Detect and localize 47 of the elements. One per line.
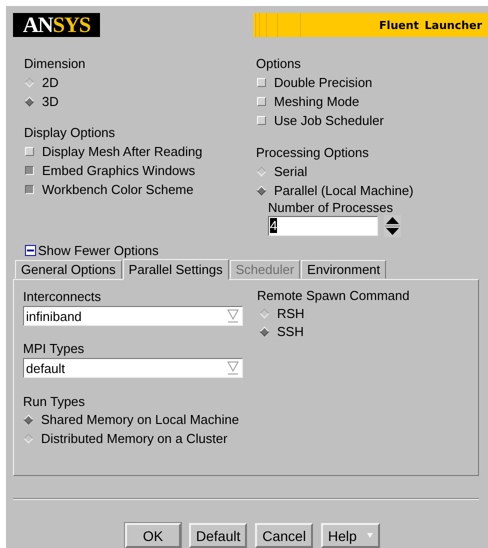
toggle-label[interactable]: Show Fewer Options — [38, 242, 159, 258]
radio-button[interactable] — [24, 434, 34, 444]
dialog-button[interactable]: Default — [189, 523, 248, 548]
radio-label: RSH — [277, 306, 304, 320]
checkbox-label: Use Job Scheduler — [274, 113, 384, 128]
field-label: Interconnects — [23, 288, 102, 306]
radio-button[interactable] — [260, 308, 270, 318]
section-label: Dimension — [24, 55, 86, 73]
caret-icon — [366, 533, 373, 538]
radio-button[interactable] — [256, 166, 266, 176]
checkbox-label: Workbench Color Scheme — [42, 182, 194, 197]
section-label: Options — [256, 55, 302, 73]
section-label: Processing Options — [256, 144, 370, 162]
radio-label: SSH — [277, 324, 304, 338]
checkbox-label: Embed Graphics Windows — [42, 163, 196, 178]
dialog-button[interactable]: Help — [320, 523, 380, 548]
dialog-button[interactable]: OK — [125, 523, 181, 548]
dropdown-field[interactable]: infiniband — [23, 306, 243, 326]
section-label: Display Options — [24, 124, 116, 142]
collapse-icon[interactable] — [25, 244, 36, 256]
window-title: Fluent Launcher — [379, 18, 482, 32]
radio-label: Serial — [274, 164, 308, 179]
tab[interactable]: General Options — [15, 260, 122, 279]
dialog-button[interactable]: Cancel — [255, 523, 313, 548]
dropdown-arrow-icon — [227, 360, 239, 376]
checkbox-label: Double Precision — [274, 75, 372, 90]
number-field[interactable]: 4 — [268, 216, 378, 236]
checkbox-label: Display Mesh After Reading — [42, 144, 202, 159]
radio-label: Parallel (Local Machine) — [274, 183, 414, 198]
tab[interactable]: Environment — [301, 260, 386, 279]
ansys-logo: ANSYS — [13, 13, 100, 37]
field-label: Number of Processes — [268, 200, 394, 215]
field-label: MPI Types — [23, 340, 86, 358]
radio-label: Distributed Memory on a Cluster — [41, 431, 228, 446]
spinner-icon[interactable] — [384, 215, 401, 237]
checkbox[interactable] — [25, 185, 34, 194]
dropdown-arrow-icon — [227, 308, 239, 324]
radio-button[interactable] — [24, 78, 34, 88]
section-label: Run Types — [23, 394, 86, 410]
checkbox[interactable] — [25, 166, 34, 175]
radio-label: 2D — [42, 75, 59, 90]
radio-label: 3D — [42, 94, 59, 109]
radio-label: Shared Memory on Local Machine — [41, 412, 239, 427]
section-label: Remote Spawn Command — [257, 288, 410, 304]
checkbox-label: Meshing Mode — [274, 94, 360, 109]
dropdown-field[interactable]: default — [23, 358, 243, 378]
tab[interactable]: Parallel Settings — [122, 259, 229, 280]
